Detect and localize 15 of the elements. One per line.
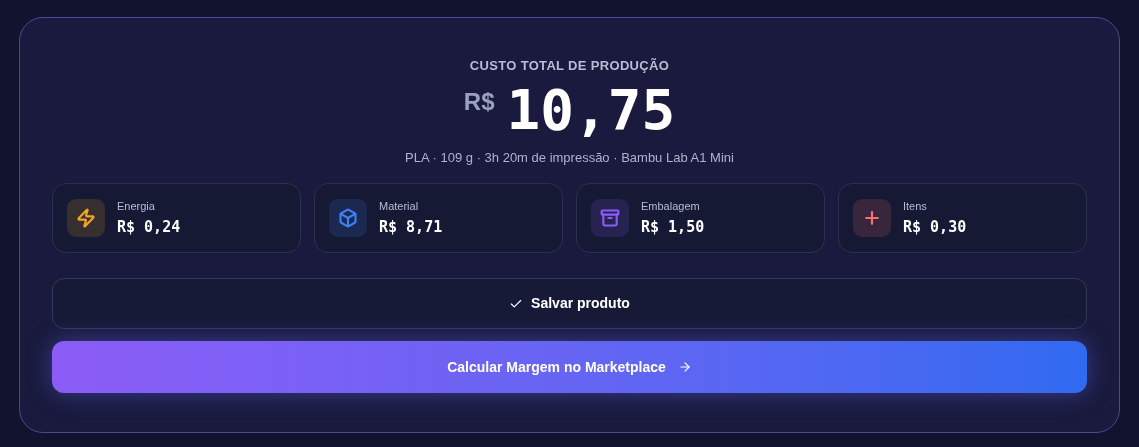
cost-label: Energia [117, 198, 156, 214]
currency-symbol: R$ [463, 86, 495, 117]
total-cost: 10,75 [506, 79, 676, 140]
cost-value: R$ 8,71 [379, 217, 443, 238]
calculate-margin-button[interactable]: Calcular Margem no Marketplace [52, 341, 1087, 393]
section-label: CUSTO TOTAL DE PRODUÇÃO [469, 57, 670, 75]
cost-value: R$ 0,30 [903, 217, 967, 238]
cost-label: Embalagem [641, 198, 701, 214]
production-details: PLA · 109 g · 3h 20m de impressão · Bambu Lab A1 Mini [405, 148, 734, 167]
arrow-right-icon [677, 360, 692, 374]
cost-label: Itens [903, 198, 928, 214]
cost-value: R$ 0,24 [117, 217, 181, 238]
save-product-button[interactable]: Salvar produto [52, 278, 1087, 329]
cost-value: R$ 1,50 [641, 217, 705, 238]
cost-label: Material [379, 198, 420, 214]
